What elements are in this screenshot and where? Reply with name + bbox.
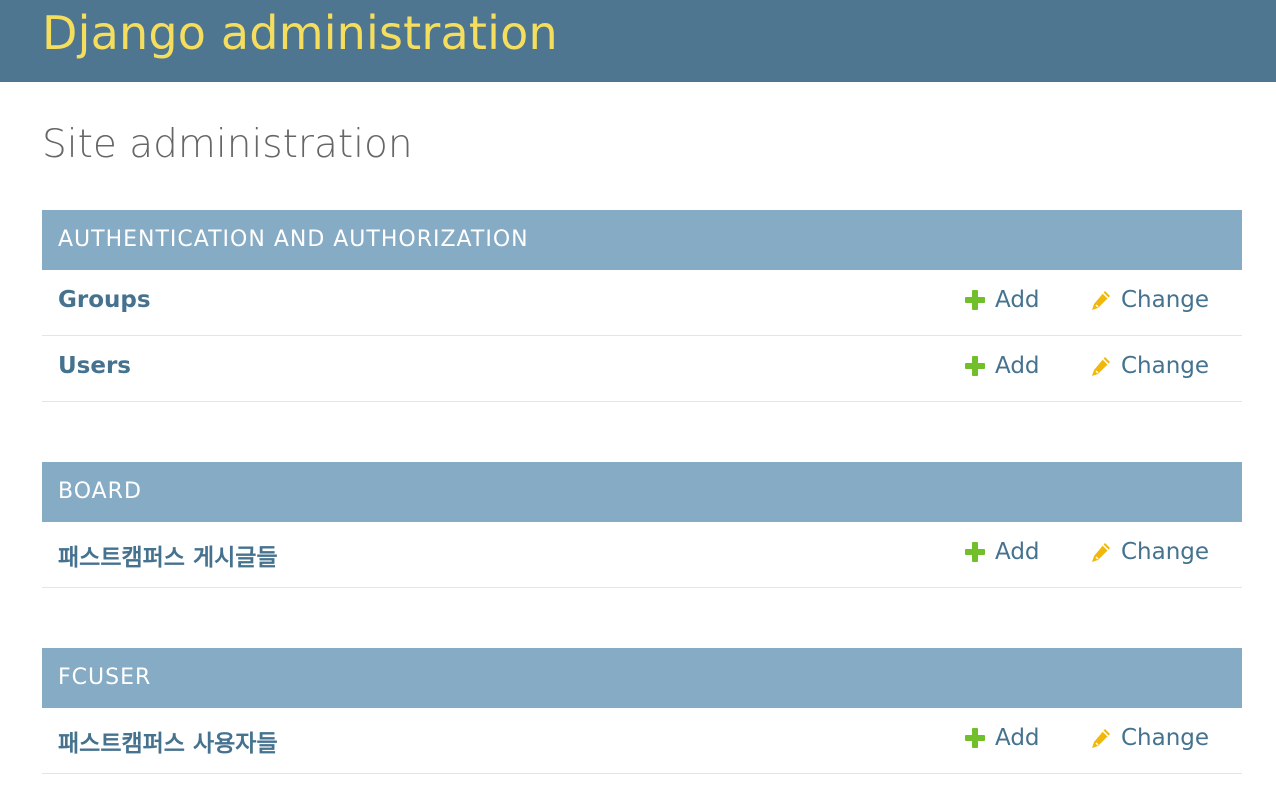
model-link-board-posts[interactable]: 패스트캠퍼스 게시글들 — [58, 538, 278, 572]
change-label: Change — [1121, 353, 1210, 379]
plus-icon — [964, 355, 986, 377]
add-button-fcusers[interactable]: Add — [964, 725, 1040, 751]
pencil-icon — [1090, 289, 1112, 311]
change-button-board-posts[interactable]: Change — [1090, 539, 1209, 565]
pencil-icon — [1090, 355, 1112, 377]
model-row-board-posts: 패스트캠퍼스 게시글들 Add Change — [42, 522, 1242, 588]
model-link-groups[interactable]: Groups — [58, 287, 151, 313]
change-button-fcusers[interactable]: Change — [1090, 725, 1209, 751]
change-label: Change — [1121, 725, 1210, 751]
add-button-groups[interactable]: Add — [964, 287, 1040, 313]
change-button-groups[interactable]: Change — [1090, 287, 1209, 313]
add-label: Add — [995, 539, 1040, 565]
add-button-users[interactable]: Add — [964, 353, 1040, 379]
model-link-users[interactable]: Users — [58, 353, 131, 379]
module-caption[interactable]: FCUSER — [42, 648, 1242, 708]
module-fcuser: FCUSER 패스트캠퍼스 사용자들 Add Change — [42, 648, 1242, 774]
change-label: Change — [1121, 287, 1210, 313]
module-caption[interactable]: AUTHENTICATION AND AUTHORIZATION — [42, 210, 1242, 270]
pencil-icon — [1090, 541, 1112, 563]
header-bar: Django administration — [0, 0, 1276, 82]
plus-icon — [964, 727, 986, 749]
plus-icon — [964, 541, 986, 563]
change-button-users[interactable]: Change — [1090, 353, 1209, 379]
add-label: Add — [995, 725, 1040, 751]
pencil-icon — [1090, 727, 1112, 749]
module-caption[interactable]: BOARD — [42, 462, 1242, 522]
add-button-board-posts[interactable]: Add — [964, 539, 1040, 565]
add-label: Add — [995, 353, 1040, 379]
model-row-users: Users Add Change — [42, 336, 1242, 402]
change-label: Change — [1121, 539, 1210, 565]
add-label: Add — [995, 287, 1040, 313]
model-row-groups: Groups Add Change — [42, 270, 1242, 336]
module-auth: AUTHENTICATION AND AUTHORIZATION Groups … — [42, 210, 1242, 402]
plus-icon — [964, 289, 986, 311]
page-title: Site administration — [42, 122, 413, 167]
site-branding[interactable]: Django administration — [42, 4, 558, 62]
model-row-fcusers: 패스트캠퍼스 사용자들 Add Change — [42, 708, 1242, 774]
module-board: BOARD 패스트캠퍼스 게시글들 Add Change — [42, 462, 1242, 588]
model-link-fcusers[interactable]: 패스트캠퍼스 사용자들 — [58, 724, 278, 758]
